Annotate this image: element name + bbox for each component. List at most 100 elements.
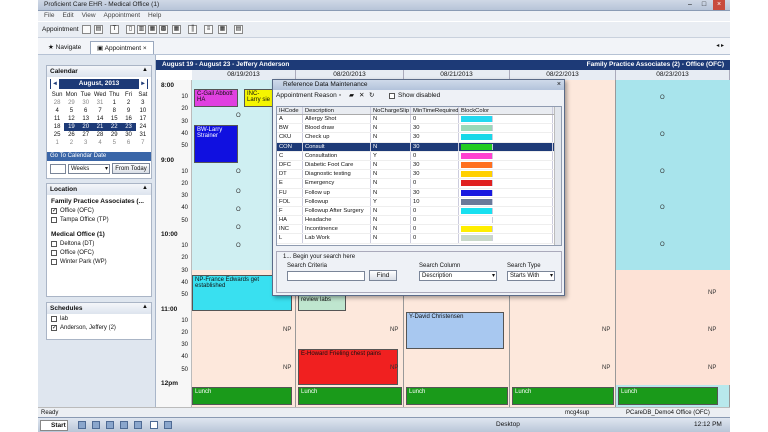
view-month-icon[interactable]: ▩: [159, 25, 168, 34]
tab-appointment[interactable]: ▣ Appointment ×: [90, 41, 154, 54]
goto-date-bar[interactable]: Go To Calendar Date: [47, 152, 151, 161]
view-workweek-icon[interactable]: ▦: [148, 25, 157, 34]
calendar-day[interactable]: 3: [79, 139, 93, 147]
checkbox-item[interactable]: Winter Park (WP): [47, 257, 151, 266]
calendar-day[interactable]: 30: [79, 99, 93, 107]
date-input[interactable]: [50, 164, 66, 174]
view-week-icon[interactable]: ▥: [137, 25, 146, 34]
table-row[interactable]: CON Consult N 30: [277, 142, 561, 152]
calendar-grid-icon[interactable]: ▦: [172, 25, 181, 34]
open-slot-marker[interactable]: O: [236, 225, 241, 231]
lunch-block[interactable]: Lunch: [618, 387, 718, 405]
calendar-day[interactable]: 12: [64, 115, 78, 123]
calendar-day[interactable]: 21: [92, 123, 108, 131]
search-type-select[interactable]: Starts With ▾: [507, 271, 555, 281]
calendar-day[interactable]: 28: [93, 131, 107, 139]
checkbox[interactable]: [51, 216, 57, 223]
close-icon[interactable]: ×: [713, 0, 725, 10]
folder-icon[interactable]: ▰: [349, 90, 354, 102]
weeks-select[interactable]: Weeks ▾: [68, 164, 110, 174]
column-header[interactable]: NoChargeSlip: [371, 107, 411, 114]
calendar-day[interactable]: 31: [93, 99, 107, 107]
checkbox-item[interactable]: Deltona (DT): [47, 239, 151, 248]
open-slot-marker[interactable]: O: [236, 243, 241, 249]
table-row[interactable]: FOL Followup Y 10: [277, 197, 561, 207]
calendar-day[interactable]: 27: [79, 131, 93, 139]
appointment[interactable]: BW-Larry Strainer: [194, 125, 238, 163]
calendar-day[interactable]: 19: [64, 123, 79, 131]
column-header[interactable]: BlockColor: [459, 107, 553, 114]
start-button[interactable]: Start: [40, 420, 68, 431]
list-icon[interactable]: ≡: [204, 25, 213, 34]
calendar-day[interactable]: 15: [107, 115, 121, 123]
appointment[interactable]: INC-Larry sie: [244, 89, 274, 107]
view-day-icon[interactable]: ▯: [126, 25, 135, 34]
from-today-button[interactable]: From Today: [112, 163, 150, 174]
menu-help[interactable]: Help: [148, 11, 161, 21]
column-header[interactable]: Description: [303, 107, 371, 114]
calendar-day[interactable]: 18: [50, 123, 64, 131]
calendar-day[interactable]: 25: [50, 131, 64, 139]
calendar-day[interactable]: 11: [50, 115, 64, 123]
calendar-day[interactable]: 29: [107, 131, 121, 139]
calendar-day[interactable]: 31: [136, 131, 150, 139]
settings-icon[interactable]: ▤: [234, 25, 243, 34]
table-scrollbar[interactable]: [554, 107, 561, 245]
collapse-icon[interactable]: ▲: [142, 67, 148, 73]
calendar-day[interactable]: 1: [107, 99, 121, 107]
ie-icon[interactable]: [78, 421, 86, 429]
calendar-day[interactable]: 30: [121, 131, 135, 139]
maximize-icon[interactable]: □: [698, 0, 710, 10]
table-row[interactable]: L Lab Work N 0: [277, 234, 561, 244]
calendar-day[interactable]: 23: [121, 123, 136, 131]
app-icon[interactable]: [134, 421, 142, 429]
lunch-block[interactable]: Lunch: [512, 387, 614, 405]
calendar-day[interactable]: 29: [64, 99, 78, 107]
menu-edit[interactable]: Edit: [62, 11, 73, 21]
columns-icon[interactable]: ║: [188, 25, 197, 34]
checkbox-item[interactable]: lab: [47, 314, 151, 323]
calendar-day[interactable]: 7: [136, 139, 150, 147]
table-row[interactable]: INC Incontinence N 0: [277, 225, 561, 235]
calendar-day[interactable]: 16: [121, 115, 135, 123]
calendar-day[interactable]: 14: [93, 115, 107, 123]
checkbox[interactable]: [51, 240, 57, 247]
checkbox-item[interactable]: ✓ Office (OFC): [47, 206, 151, 215]
minimize-icon[interactable]: –: [684, 0, 696, 10]
new-doc-icon[interactable]: [82, 25, 91, 34]
lunch-block[interactable]: Lunch: [192, 387, 292, 405]
calendar-day[interactable]: 17: [136, 115, 150, 123]
collapse-icon[interactable]: ▲: [142, 185, 148, 191]
tab-close-icon[interactable]: ×: [143, 45, 147, 52]
calendar-day[interactable]: 3: [136, 99, 150, 107]
checkbox-item[interactable]: Tampa Office (TP): [47, 215, 151, 224]
table-row[interactable]: C Consultation Y 0: [277, 151, 561, 161]
table-row[interactable]: DT Diagnostic testing N 30: [277, 170, 561, 180]
checkbox-item[interactable]: ✓ Anderson, Jeffery (2): [47, 323, 151, 332]
menu-appointment[interactable]: Appointment: [104, 11, 141, 21]
calendar-day[interactable]: 5: [64, 107, 78, 115]
app-icon[interactable]: [164, 421, 172, 429]
close-icon[interactable]: ×: [557, 80, 561, 90]
next-month-icon[interactable]: ▸: [139, 79, 147, 89]
calendar-day[interactable]: 1: [50, 139, 64, 147]
appointment[interactable]: review labs: [298, 295, 346, 311]
table-row[interactable]: HA Headache N 0: [277, 216, 561, 226]
menu-view[interactable]: View: [82, 11, 96, 21]
calendar-day[interactable]: 2: [64, 139, 78, 147]
open-slot-marker[interactable]: O: [660, 95, 665, 101]
tab-navigate[interactable]: ★ Navigate: [42, 41, 87, 54]
calendar-day[interactable]: 6: [121, 139, 135, 147]
collapse-icon[interactable]: ▲: [142, 304, 148, 310]
show-disabled-checkbox[interactable]: [389, 93, 395, 99]
text-format-icon[interactable]: T: [110, 25, 119, 34]
search-column-select[interactable]: Description ▾: [419, 271, 497, 281]
calendar-day[interactable]: 22: [107, 123, 122, 131]
checkbox[interactable]: ✓: [51, 207, 57, 214]
media-icon[interactable]: [106, 421, 114, 429]
open-slot-marker[interactable]: O: [660, 169, 665, 175]
app-icon[interactable]: [120, 421, 128, 429]
folder-icon[interactable]: [92, 421, 100, 429]
table-row[interactable]: FU Follow up N 30: [277, 188, 561, 198]
calendar-day[interactable]: 24: [136, 123, 150, 131]
